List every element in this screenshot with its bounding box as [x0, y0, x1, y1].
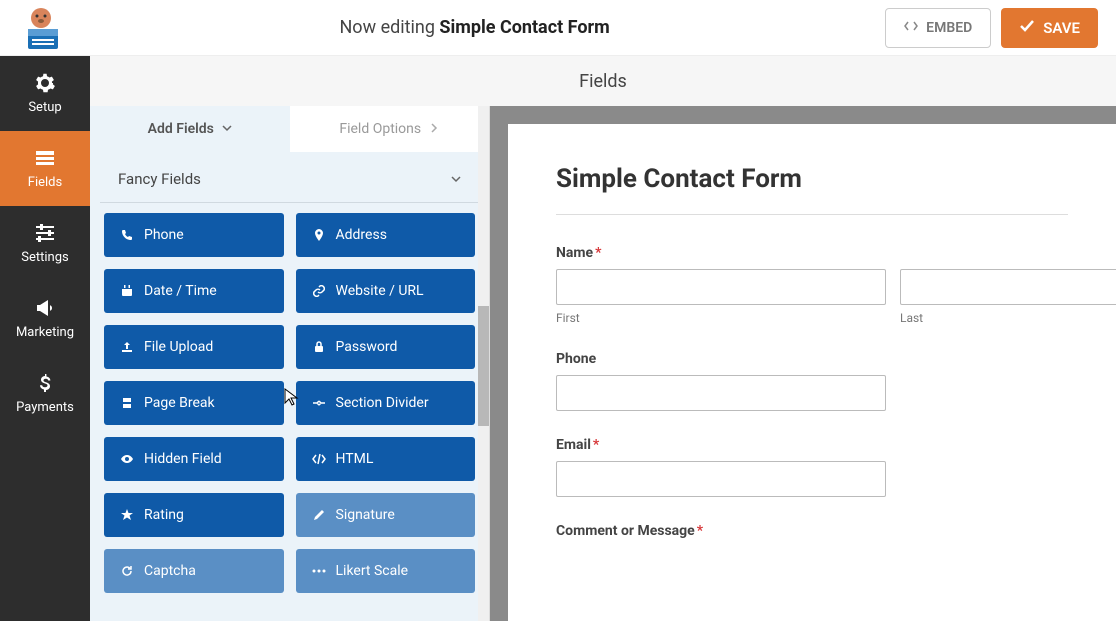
field-label: Section Divider — [336, 395, 429, 411]
bullhorn-icon — [34, 297, 56, 319]
email-label: Email* — [556, 437, 1068, 453]
tab-add-fields[interactable]: Add Fields — [90, 106, 290, 152]
form-preview: Simple Contact Form Name* First Last — [490, 106, 1116, 621]
first-name-input[interactable] — [556, 269, 886, 305]
field-type-rating[interactable]: Rating — [104, 493, 284, 537]
lock-icon — [312, 340, 326, 354]
sidebar-item-label: Payments — [16, 400, 74, 415]
field-label: HTML — [336, 451, 374, 467]
check-icon — [1019, 18, 1035, 38]
dollar-icon — [34, 372, 56, 394]
chevron-down-icon — [222, 121, 232, 137]
field-label: Date / Time — [144, 283, 217, 299]
sidebar-item-label: Marketing — [16, 325, 74, 340]
last-name-input[interactable] — [900, 269, 1116, 305]
code-icon — [312, 452, 326, 466]
form-icon — [34, 147, 56, 169]
field-label: Website / URL — [336, 283, 424, 299]
field-type-website-url[interactable]: Website / URL — [296, 269, 476, 313]
eye-icon — [120, 452, 134, 466]
sidebar-item-marketing[interactable]: Marketing — [0, 281, 90, 356]
field-label: Address — [336, 227, 387, 243]
chevron-down-icon — [451, 170, 461, 188]
field-label: Password — [336, 339, 398, 355]
upload-icon — [120, 340, 134, 354]
sidebar-item-payments[interactable]: Payments — [0, 356, 90, 431]
field-label: Captcha — [144, 563, 196, 579]
refresh-icon — [120, 564, 134, 578]
dots-icon — [312, 564, 326, 578]
field-type-date-time[interactable]: Date / Time — [104, 269, 284, 313]
field-type-section-divider[interactable]: Section Divider — [296, 381, 476, 425]
embed-button[interactable]: EMBED — [885, 8, 991, 48]
field-type-page-break[interactable]: Page Break — [104, 381, 284, 425]
pen-icon — [312, 508, 326, 522]
app-logo — [18, 5, 64, 51]
page-title: Now editing Simple Contact Form — [64, 17, 885, 38]
field-label: Phone — [144, 227, 184, 243]
sliders-icon — [34, 222, 56, 244]
phone-input[interactable] — [556, 375, 886, 411]
scrollbar[interactable] — [478, 106, 489, 621]
chevron-right-icon — [429, 121, 439, 137]
save-button[interactable]: SAVE — [1001, 8, 1098, 48]
sidebar-item-fields[interactable]: Fields — [0, 131, 90, 206]
field-type-password[interactable]: Password — [296, 325, 476, 369]
field-label: Likert Scale — [336, 563, 409, 579]
field-type-signature[interactable]: Signature — [296, 493, 476, 537]
form-title: Simple Contact Form — [556, 164, 1068, 215]
link-icon — [312, 284, 326, 298]
gear-icon — [34, 72, 56, 94]
field-type-hidden-field[interactable]: Hidden Field — [104, 437, 284, 481]
calendar-icon — [120, 284, 134, 298]
tab-field-options[interactable]: Field Options — [290, 106, 490, 152]
field-type-address[interactable]: Address — [296, 213, 476, 257]
field-label: Rating — [144, 507, 184, 523]
field-type-file-upload[interactable]: File Upload — [104, 325, 284, 369]
phone-icon — [120, 228, 134, 242]
sidebar-item-label: Fields — [28, 175, 62, 190]
first-sublabel: First — [556, 311, 886, 325]
pin-icon — [312, 228, 326, 242]
field-type-html[interactable]: HTML — [296, 437, 476, 481]
sidebar-item-setup[interactable]: Setup — [0, 56, 90, 131]
star-icon — [120, 508, 134, 522]
section-header-fancy[interactable]: Fancy Fields — [100, 156, 479, 203]
field-type-likert-scale[interactable]: Likert Scale — [296, 549, 476, 593]
field-label: Signature — [336, 507, 395, 523]
field-label: Page Break — [144, 395, 215, 411]
sidebar-item-settings[interactable]: Settings — [0, 206, 90, 281]
comment-label: Comment or Message* — [556, 523, 1068, 539]
scrollbar-thumb[interactable] — [478, 306, 489, 426]
divider-icon — [312, 396, 326, 410]
field-label: File Upload — [144, 339, 213, 355]
name-label: Name* — [556, 245, 1068, 261]
code-icon — [904, 19, 918, 37]
pagebreak-icon — [120, 396, 134, 410]
email-input[interactable] — [556, 461, 886, 497]
sidebar-item-label: Settings — [21, 250, 68, 265]
field-label: Hidden Field — [144, 451, 222, 467]
field-type-captcha[interactable]: Captcha — [104, 549, 284, 593]
main-header-title: Fields — [90, 56, 1116, 106]
field-type-phone[interactable]: Phone — [104, 213, 284, 257]
last-sublabel: Last — [900, 311, 1116, 325]
sidebar-item-label: Setup — [28, 100, 61, 115]
phone-label: Phone — [556, 351, 1068, 367]
